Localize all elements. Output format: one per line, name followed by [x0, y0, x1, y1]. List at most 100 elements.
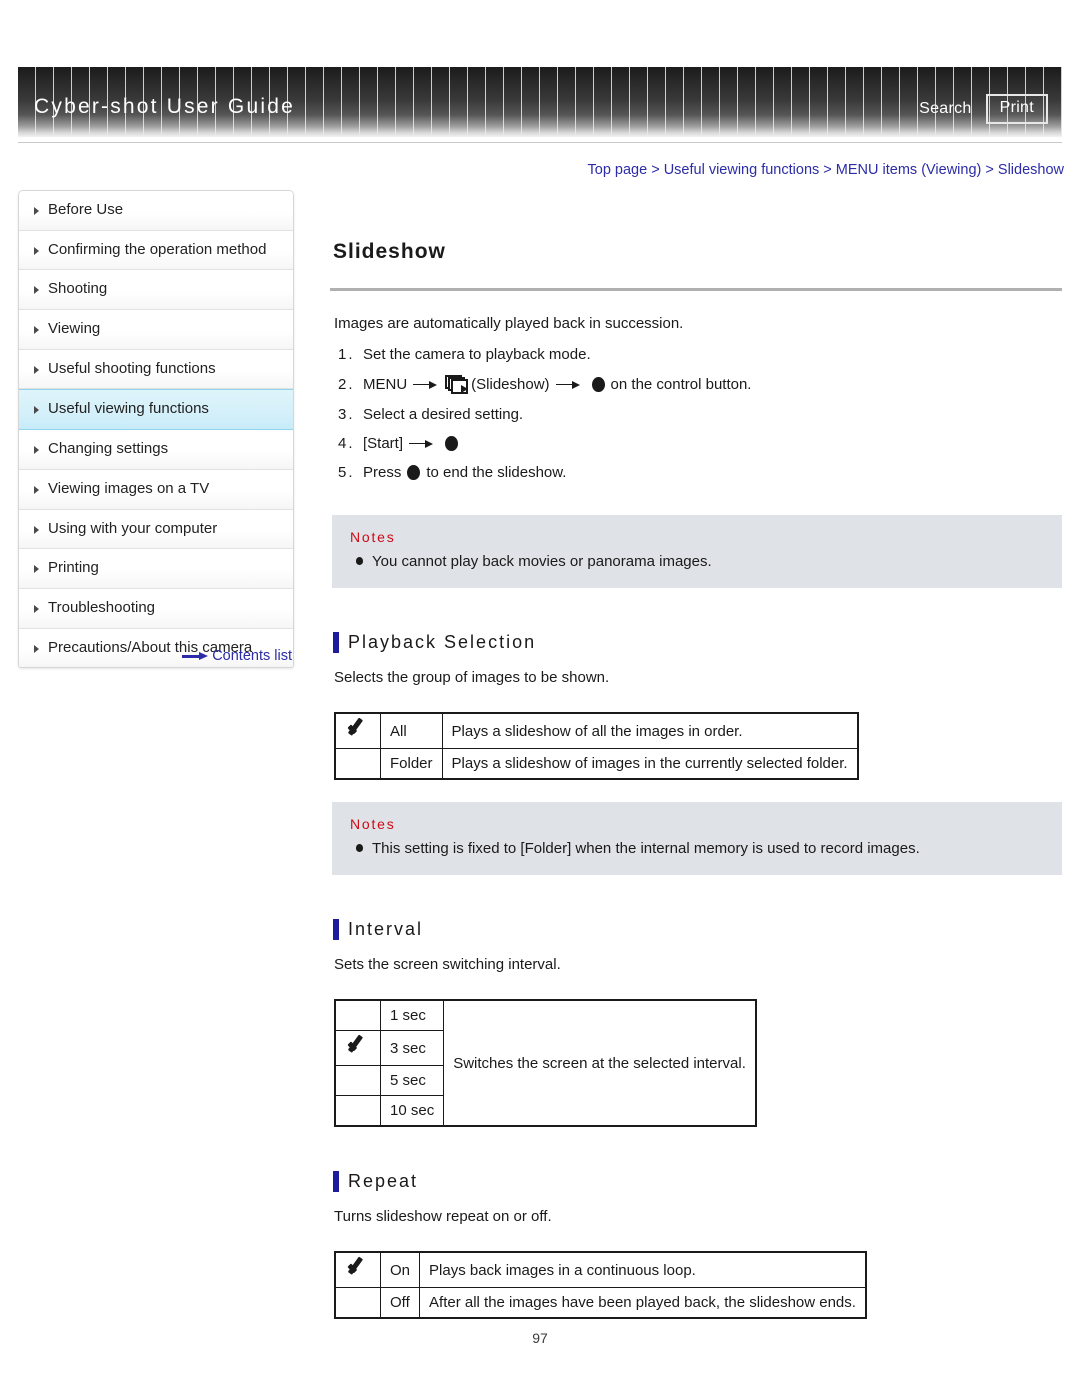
- triangle-bullet-icon: [34, 565, 39, 574]
- option-label-cell: All: [380, 712, 443, 750]
- section-interval: Interval Sets the screen switching interv…: [330, 919, 1062, 1128]
- sidebar-item-useful-shooting-functions[interactable]: Useful shooting functions: [19, 349, 293, 390]
- step-text: Select a desired setting.: [363, 406, 523, 423]
- note-text: You cannot play back movies or panorama …: [372, 553, 712, 571]
- step-text-fragment: to end the slideshow.: [426, 464, 567, 482]
- table-row: Folder Plays a slideshow of images in the…: [334, 748, 859, 780]
- intro-text: Images are automatically played back in …: [334, 315, 684, 333]
- step-text-fragment: MENU: [363, 376, 408, 394]
- control-button-icon: [445, 436, 459, 452]
- sections-container: Playback Selection Selects the group of i…: [330, 632, 1062, 1320]
- table-row: Off After all the images have been played…: [334, 1287, 867, 1319]
- breadcrumb-item-1[interactable]: Top page: [588, 162, 648, 178]
- slideshow-icon: [445, 375, 469, 395]
- sidebar-item-troubleshooting[interactable]: Troubleshooting: [19, 588, 293, 629]
- option-check-cell: [334, 999, 381, 1032]
- sidebar-item-viewing[interactable]: Viewing: [19, 310, 293, 350]
- section-description: Sets the screen switching interval.: [334, 956, 561, 974]
- breadcrumb-item-4: Slideshow: [997, 162, 1064, 178]
- main-content: Slideshow Images are automatically playe…: [330, 190, 1062, 1320]
- steps-list: 1. Set the camera to playback mode. 2. MEN…: [330, 346, 1062, 493]
- step-text-fragment: Select a desired setting.: [363, 406, 524, 424]
- triangle-bullet-icon: [34, 246, 39, 255]
- option-check-cell: [334, 1251, 381, 1289]
- sidebar-item-shooting[interactable]: Shooting: [19, 270, 293, 311]
- step-text-fragment: Press: [363, 464, 402, 482]
- section-repeat: Repeat Turns slideshow repeat on or off. O…: [330, 1171, 1062, 1320]
- option-label-cell: 10 sec: [379, 1095, 445, 1127]
- step-item-4: 4. [Start]: [330, 435, 1062, 464]
- checkmark-icon: [347, 1037, 369, 1055]
- option-description-cell: After all the images have been played ba…: [419, 1287, 867, 1319]
- checkmark-icon: [347, 720, 369, 738]
- sidebar-item-label: Confirming the operation method: [48, 240, 267, 258]
- section-accent-bar: [333, 1171, 339, 1193]
- header-divider: [18, 142, 1062, 143]
- options-table: On Plays back images in a continuous loop…: [334, 1251, 867, 1320]
- control-button-icon: [407, 465, 421, 481]
- search-link[interactable]: Search: [919, 100, 972, 118]
- bullet-icon: [356, 844, 363, 853]
- section-heading: Interval: [330, 919, 1062, 941]
- note-line: This setting is fixed to [Folder] when t…: [350, 840, 1044, 857]
- section-heading: Repeat: [330, 1171, 1062, 1193]
- sidebar-item-label: Viewing images on a TV: [48, 479, 210, 497]
- sidebar-item-using-with-your-computer[interactable]: Using with your computer: [19, 509, 293, 550]
- breadcrumb-separator: >: [819, 162, 836, 178]
- section-title: Repeat: [348, 1171, 419, 1192]
- sidebar-item-printing[interactable]: Printing: [19, 549, 293, 589]
- step-text-fragment: (Slideshow): [471, 376, 550, 394]
- bullet-icon: [356, 557, 363, 566]
- right-arrow-icon: [555, 380, 580, 390]
- step-text: MENU (Slideshow) on the control button.: [363, 375, 751, 395]
- breadcrumb-item-3[interactable]: MENU items (Viewing): [836, 162, 982, 178]
- checkmark-icon: [347, 1259, 369, 1277]
- options-table: All Plays a slideshow of all the images i…: [334, 712, 859, 781]
- sidebar-item-label: Before Use: [48, 201, 124, 218]
- sidebar-item-useful-viewing-functions[interactable]: Useful viewing functions: [19, 389, 293, 431]
- sidebar-item-before-use[interactable]: Before Use: [19, 191, 293, 231]
- control-button-icon: [591, 377, 605, 393]
- right-arrow-icon: [413, 380, 438, 390]
- sidebar-item-viewing-images-on-a-tv[interactable]: Viewing images on a TV: [19, 469, 293, 510]
- triangle-bullet-icon: [34, 485, 39, 494]
- triangle-bullet-icon: [34, 365, 39, 374]
- option-check-cell: [334, 1030, 381, 1067]
- triangle-bullet-icon: [34, 326, 39, 335]
- sidebar-item-label: Troubleshooting: [48, 598, 156, 616]
- sidebar-item-changing-settings[interactable]: Changing settings: [19, 430, 293, 470]
- option-label-cell: On: [379, 1251, 421, 1289]
- section-title: Interval: [348, 919, 424, 940]
- notes-box: Notes This setting is fixed to [Folder] w…: [332, 802, 1062, 876]
- option-check-cell: [334, 1287, 381, 1319]
- option-description-cell: Plays back images in a continuous loop.: [419, 1251, 867, 1289]
- step-text: Press to end the slideshow.: [363, 464, 566, 481]
- option-label-cell: 1 sec: [379, 999, 445, 1032]
- breadcrumb-item-2[interactable]: Useful viewing functions: [664, 162, 820, 178]
- step-text-fragment: [Start]: [363, 435, 404, 453]
- note-text: This setting is fixed to [Folder] when t…: [372, 840, 920, 858]
- sidebar-item-label: Printing: [48, 559, 99, 577]
- triangle-bullet-icon: [34, 525, 39, 534]
- triangle-bullet-icon: [34, 406, 39, 415]
- step-text: [Start]: [363, 435, 464, 452]
- note-line: You cannot play back movies or panorama …: [350, 553, 1044, 570]
- section-description: Selects the group of images to be shown.: [334, 669, 610, 687]
- sidebar-nav: Before Use Confirming the operation metho…: [18, 190, 294, 669]
- header-background: Cyber-shot User Guide Search Print: [18, 67, 1062, 137]
- option-label-cell: Folder: [380, 748, 443, 780]
- table-row: 1 sec Switches the screen at the selected…: [334, 999, 757, 1127]
- breadcrumb-separator: >: [647, 162, 664, 178]
- breadcrumb-separator: >: [981, 162, 998, 178]
- notes-title: Notes: [350, 529, 396, 546]
- contents-list-link[interactable]: Contents list: [18, 648, 292, 664]
- site-header: Cyber-shot User Guide Search Print: [18, 67, 1062, 137]
- sidebar-item-confirming-the-operation-method[interactable]: Confirming the operation method: [19, 230, 293, 271]
- notes-title: Notes: [350, 816, 396, 833]
- table-row: All Plays a slideshow of all the images i…: [334, 712, 859, 750]
- option-description-cell: Plays a slideshow of images in the curre…: [441, 748, 859, 780]
- section-accent-bar: [333, 919, 339, 941]
- print-button[interactable]: Print: [985, 94, 1048, 124]
- sidebar-item-label: Viewing: [48, 320, 101, 338]
- header-actions: Search Print: [919, 94, 1048, 124]
